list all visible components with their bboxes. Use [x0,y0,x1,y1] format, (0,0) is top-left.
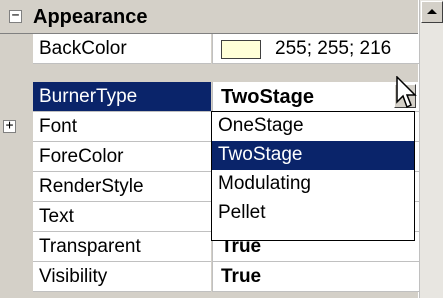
property-name[interactable]: BurnerType [33,82,211,112]
color-swatch [221,40,261,59]
property-value[interactable]: TwoStage [212,82,419,112]
property-name[interactable]: Visibility [33,262,211,292]
property-value[interactable]: 255; 255; 216 [212,34,419,64]
property-row-backcolor[interactable]: BackColor 255; 255; 216 [0,34,419,64]
property-name[interactable]: BackColor [33,34,211,64]
mouse-pointer-icon [396,76,417,109]
property-name[interactable]: Font [33,112,211,142]
dropdown-option-pellet[interactable]: Pellet [212,199,414,228]
arrow-up-icon [427,9,437,14]
property-name[interactable]: Transparent [33,232,211,262]
category-title: Appearance [33,6,148,28]
property-value[interactable]: True [212,262,419,292]
dropdown-option-modulating[interactable]: Modulating [212,170,414,199]
scroll-up-button[interactable] [421,1,443,23]
property-name[interactable]: Text [33,202,211,232]
dropdown-option-twostage[interactable]: TwoStage [212,141,414,170]
property-row-burnertype[interactable]: BurnerType TwoStage [0,82,419,112]
property-name[interactable]: ForeColor [33,142,211,172]
vertical-scrollbar[interactable] [419,0,443,298]
burnertype-dropdown-list: OneStage TwoStage Modulating Pellet [211,111,415,241]
expand-icon[interactable]: + [3,119,16,133]
category-row-appearance[interactable]: − Appearance [0,0,418,34]
dropdown-option-onestage[interactable]: OneStage [212,112,414,141]
property-name[interactable]: RenderStyle [33,172,211,202]
collapse-icon[interactable]: − [9,9,22,23]
property-row-visibility[interactable]: Visibility True [0,262,419,292]
